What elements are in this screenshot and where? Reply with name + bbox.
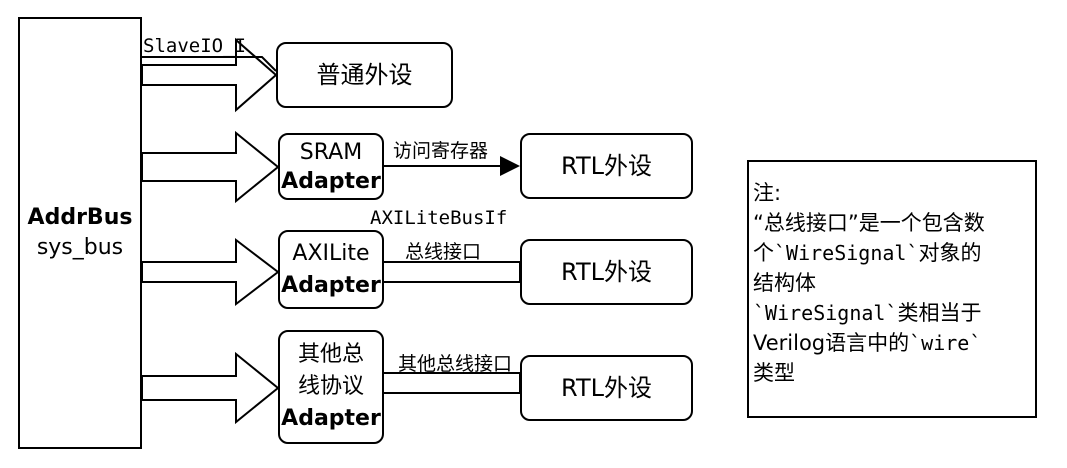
- bus-arrow-sram: [141, 130, 280, 204]
- note-line-3: 个`WireSignal`对象的: [753, 238, 1035, 268]
- note-line-5-code: `WireSignal`: [753, 301, 898, 325]
- note-box: 注: “总线接口”是一个包含数 个`WireSignal`对象的 结构体 `Wi…: [747, 160, 1037, 418]
- addrbus-block: AddrBus sys_bus: [18, 17, 142, 449]
- note-line-6-pre: Verilog语言中的: [753, 331, 910, 355]
- sram-adapter-line2: Adapter: [281, 168, 381, 194]
- addrbus-title: AddrBus: [27, 205, 133, 230]
- sram-adapter-box: SRAM Adapter: [278, 133, 384, 200]
- slaveio-label: SlaveIO_I: [143, 35, 246, 57]
- axilite-adapter-line1: AXILite: [292, 240, 370, 266]
- note-line-6-code: `wire`: [909, 331, 982, 355]
- normal-peripheral-label: 普通外设: [316, 61, 413, 89]
- rtl-peripheral-label-1: RTL外设: [561, 152, 652, 180]
- axilite-busif-label: AXILiteBusIf: [370, 207, 508, 229]
- axilite-adapter-line2: Adapter: [281, 272, 381, 298]
- rtl-peripheral-label-2: RTL外设: [561, 258, 652, 286]
- note-line-3-pre: 个: [753, 241, 774, 265]
- axilite-adapter-box: AXILite Adapter: [278, 230, 384, 309]
- note-line-5-post: 类相当于: [897, 301, 982, 325]
- note-line-2: “总线接口”是一个包含数: [753, 211, 985, 235]
- sram-adapter-line1: SRAM: [299, 139, 363, 165]
- note-line-5: `WireSignal`类相当于: [753, 298, 1035, 328]
- rtl-peripheral-box-1: RTL外设: [520, 133, 693, 199]
- rtl-peripheral-label-3: RTL外设: [561, 374, 652, 402]
- note-line-4: 结构体: [753, 271, 816, 295]
- rtl-peripheral-box-2: RTL外设: [520, 239, 693, 305]
- other-adapter-line3: Adapter: [281, 406, 381, 431]
- axilite-bus-interface-wire: [382, 261, 521, 283]
- other-adapter-line1: 其他总: [297, 342, 364, 367]
- normal-peripheral-box: 普通外设: [276, 42, 453, 108]
- other-bus-interface-label: 其他总线接口: [398, 353, 513, 375]
- other-adapter-box: 其他总 线协议 Adapter: [278, 330, 384, 444]
- note-line-3-post: 对象的: [918, 241, 982, 265]
- bus-arrow-axilite: [141, 237, 280, 307]
- rtl-peripheral-box-3: RTL外设: [520, 355, 693, 421]
- addrbus-subtitle: sys_bus: [36, 235, 124, 260]
- note-line-7: 类型: [753, 361, 795, 385]
- note-line-6: Verilog语言中的`wire`: [753, 328, 1035, 358]
- register-access-label: 访问寄存器: [393, 140, 489, 162]
- other-adapter-line2: 线协议: [297, 374, 364, 399]
- bus-interface-label: 总线接口: [405, 241, 482, 263]
- other-bus-interface-wire: [382, 372, 521, 394]
- bus-arrow-other: [141, 351, 280, 425]
- note-line-1: 注:: [753, 181, 782, 205]
- note-line-3-code: `WireSignal`: [774, 241, 919, 265]
